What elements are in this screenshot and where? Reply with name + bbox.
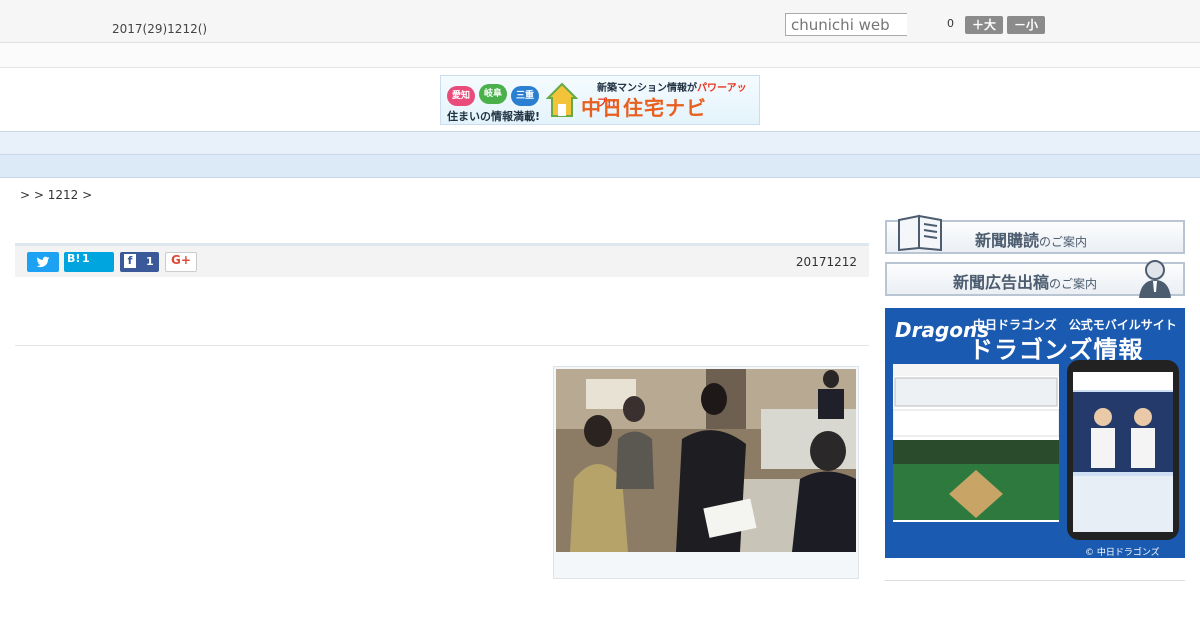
ad-placement-guide-sub: のご案内 xyxy=(1049,277,1098,291)
sub-bar xyxy=(0,43,1200,68)
article-divider xyxy=(15,345,869,346)
phone-screen xyxy=(1073,372,1173,532)
subscription-guide-sub: のご案内 xyxy=(1039,235,1088,249)
banner-brand: 中日住宅ナビ xyxy=(581,96,707,120)
breadcrumb[interactable]: > > 1212 > xyxy=(20,188,92,202)
subscription-guide-main: 新聞購読 xyxy=(975,231,1040,250)
font-smaller-button[interactable]: －小 xyxy=(1007,16,1045,34)
scoreboard-graphic xyxy=(892,364,1060,546)
search-input[interactable] xyxy=(785,13,907,36)
twitter-share-button[interactable] xyxy=(27,252,59,272)
phone-screen-graphic xyxy=(1073,372,1173,532)
top-bar: 2017(29)1212() 0 ＋大 －小 xyxy=(0,0,1200,43)
sidebar-divider xyxy=(885,580,1185,581)
subscription-guide-button[interactable]: 新聞購読のご案内 xyxy=(885,214,1185,254)
person-icon xyxy=(1139,260,1171,298)
main-nav xyxy=(0,131,1200,155)
ad-placement-guide-label: 新聞広告出稿のご案内 xyxy=(953,269,1097,293)
ad-placement-guide-button[interactable]: 新聞広告出稿のご案内 xyxy=(885,260,1185,298)
facebook-count: 1 xyxy=(146,255,154,268)
scoreboard-image xyxy=(892,364,1060,546)
article-photo[interactable] xyxy=(556,369,856,552)
font-larger-button[interactable]: ＋大 xyxy=(965,16,1003,34)
hatena-icon: B! xyxy=(67,252,81,265)
book-icon xyxy=(898,214,942,252)
article-share-bar: B! 1 f 1 G+ 20171212 xyxy=(15,243,869,277)
facebook-icon: f xyxy=(124,254,136,268)
ad-placement-guide-main: 新聞広告出稿 xyxy=(953,273,1050,292)
facebook-share-button[interactable]: f 1 xyxy=(120,252,159,272)
twitter-icon xyxy=(36,256,50,268)
article-date: 20171212 xyxy=(795,255,857,269)
hatena-bookmark-button[interactable]: B! 1 xyxy=(64,252,114,272)
dragons-promo-banner[interactable]: Dragons 中日ドラゴンズ 公式モバイルサイト ドラゴンズ情報 © 中日ドラ… xyxy=(885,308,1185,558)
phone-mockup xyxy=(1067,360,1179,540)
article-photo-frame xyxy=(553,366,859,579)
counter: 0 xyxy=(947,17,954,30)
subscription-guide-label: 新聞購読のご案内 xyxy=(975,227,1087,251)
photo-scene xyxy=(556,369,856,552)
banner-region-aichi: 愛知 xyxy=(447,86,475,106)
banner-tagline: 住まいの情報満載! xyxy=(447,110,541,123)
house-icon xyxy=(546,82,578,117)
current-date: 2017(29)1212() xyxy=(112,22,208,36)
sub-nav xyxy=(0,155,1200,178)
dragons-copyright: © 中日ドラゴンズ xyxy=(1085,548,1160,558)
google-plus-button[interactable]: G+ xyxy=(165,252,197,272)
banner-region-mie: 三重 xyxy=(511,86,539,106)
hatena-count: 1 xyxy=(82,252,90,265)
housing-navi-banner[interactable]: 愛知 岐阜 三重 住まいの情報満載! 新築マンション情報がパワーアップ!! 中日… xyxy=(440,75,760,125)
banner-region-gifu: 岐阜 xyxy=(479,84,507,104)
